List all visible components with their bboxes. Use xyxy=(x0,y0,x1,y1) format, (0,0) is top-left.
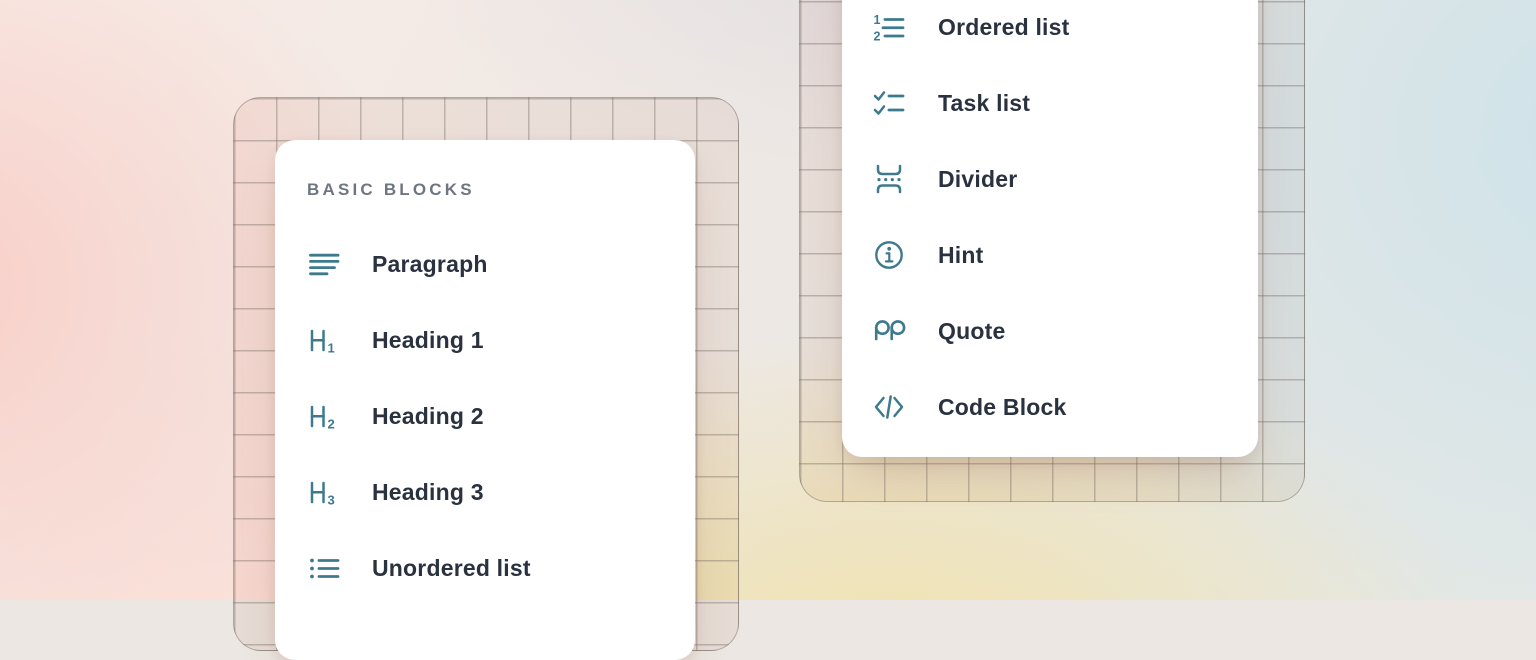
menu-item-hint[interactable]: Hint xyxy=(872,217,1228,293)
svg-text:1: 1 xyxy=(874,13,881,27)
menu-item-label: Paragraph xyxy=(372,251,488,278)
menu-item-paragraph[interactable]: Paragraph xyxy=(307,226,663,302)
menu-item-label: Quote xyxy=(938,318,1005,345)
task-list-icon xyxy=(872,86,906,120)
menu-item-label: Task list xyxy=(938,90,1030,117)
blocks-menu-card: 1 2 Ordered list Task list xyxy=(842,0,1258,457)
menu-item-label: Divider xyxy=(938,166,1017,193)
menu-item-ordered-list[interactable]: 1 2 Ordered list xyxy=(872,0,1228,65)
menu-item-heading-2[interactable]: 2 Heading 2 xyxy=(307,378,663,454)
code-block-icon xyxy=(872,390,906,424)
gradient-background xyxy=(0,0,1536,600)
menu-item-label: Unordered list xyxy=(372,555,531,582)
paragraph-icon xyxy=(307,247,341,281)
menu-item-heading-3[interactable]: 3 Heading 3 xyxy=(307,454,663,530)
svg-text:2: 2 xyxy=(328,417,335,432)
basic-blocks-menu-card: BASIC BLOCKS Paragraph 1 Heading 1 2 xyxy=(275,140,695,660)
quote-icon xyxy=(872,314,906,348)
menu-item-label: Heading 1 xyxy=(372,327,484,354)
menu-item-label: Code Block xyxy=(938,394,1067,421)
menu-item-heading-1[interactable]: 1 Heading 1 xyxy=(307,302,663,378)
heading-3-icon: 3 xyxy=(307,475,341,509)
menu-item-label: Ordered list xyxy=(938,14,1070,41)
menu-item-unordered-list[interactable]: Unordered list xyxy=(307,530,663,606)
menu-item-label: Heading 2 xyxy=(372,403,484,430)
svg-text:1: 1 xyxy=(328,341,335,356)
divider-icon xyxy=(872,162,906,196)
menu-item-quote[interactable]: Quote xyxy=(872,293,1228,369)
svg-text:3: 3 xyxy=(328,493,335,508)
menu-item-divider[interactable]: Divider xyxy=(872,141,1228,217)
menu-item-task-list[interactable]: Task list xyxy=(872,65,1228,141)
menu-item-label: Hint xyxy=(938,242,984,269)
heading-1-icon: 1 xyxy=(307,323,341,357)
menu-item-code-block[interactable]: Code Block xyxy=(872,369,1228,445)
svg-text:2: 2 xyxy=(874,29,881,43)
heading-2-icon: 2 xyxy=(307,399,341,433)
section-label: BASIC BLOCKS xyxy=(307,180,663,200)
hint-icon xyxy=(872,238,906,272)
menu-item-label: Heading 3 xyxy=(372,479,484,506)
unordered-list-icon xyxy=(307,551,341,585)
ordered-list-icon: 1 2 xyxy=(872,10,906,44)
